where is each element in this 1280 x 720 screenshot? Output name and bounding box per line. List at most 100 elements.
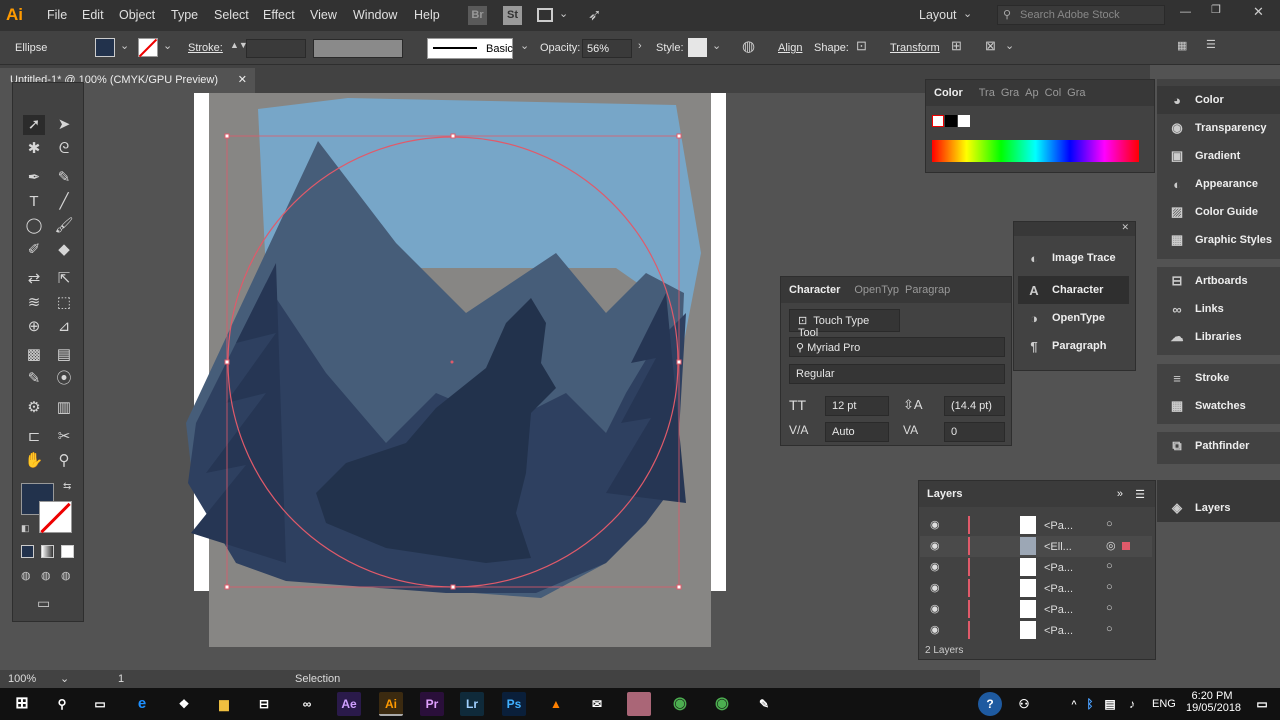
task-view-icon[interactable]: ▭ [88,692,112,716]
leading-input[interactable]: (14.4 pt) [944,396,1005,416]
opacity-label[interactable]: Opacity: [540,42,580,54]
chrome-icon[interactable]: ◉ [668,692,692,716]
vlc-icon[interactable]: ▲ [544,692,568,716]
tab-color-guide[interactable]: Col [1045,87,1062,99]
layer-row[interactable]: ◉ <Pa... ○ [920,578,1152,599]
slice-tool-icon[interactable]: ✂ [53,427,75,447]
font-size-input[interactable]: 12 pt [825,396,889,416]
draw-normal-icon[interactable]: ◍ [21,569,31,582]
language-indicator[interactable]: ENG [1152,698,1176,710]
float-character[interactable]: A Character [1018,276,1129,304]
width-tool-icon[interactable]: ≋ [23,293,45,313]
draw-behind-icon[interactable]: ◍ [41,569,51,582]
tab-character[interactable]: Character [789,284,840,296]
close-icon[interactable]: ✕ [1014,222,1135,236]
menu-object[interactable]: Object [119,8,155,22]
selection-tool-icon[interactable]: ➚ [23,115,45,135]
kerning-input[interactable]: Auto [825,422,889,442]
blend-tool-icon[interactable]: ⦿ [53,369,75,389]
dock-stroke[interactable]: ≡ Stroke [1157,364,1280,392]
after-effects-icon[interactable]: Ae [337,692,361,716]
graphic-style-swatch[interactable] [688,38,707,57]
isolate-icon[interactable]: ⊞ [951,38,962,54]
clock[interactable]: 6:20 PM 19/05/2018 [1186,690,1241,714]
color-spectrum[interactable] [932,140,1139,162]
float-opentype[interactable]: ◑ OpenType [1014,304,1135,332]
direct-selection-tool-icon[interactable]: ➤ [53,115,75,135]
menu-type[interactable]: Type [171,8,198,22]
gradient-mode-icon[interactable] [41,545,54,558]
fill-swatch[interactable] [95,38,115,57]
layer-row[interactable]: ◉ <Pa... ○ [920,515,1152,536]
chevron-down-icon[interactable]: ⌄ [559,7,568,20]
eye-icon[interactable]: ◉ [930,539,940,552]
paintbrush-icon[interactable]: 🖌 [53,216,75,236]
graph-tool-icon[interactable]: ▥ [53,398,75,418]
menu-file[interactable]: File [47,8,67,22]
black-swatch[interactable] [945,115,957,127]
dock-gradient[interactable]: ▣ Gradient [1157,142,1280,170]
lasso-icon[interactable]: ᘓ [53,139,75,159]
chevron-right-icon[interactable]: › [638,40,642,52]
dock-swatches[interactable]: ▦ Swatches [1157,392,1280,420]
white-swatch[interactable] [958,115,970,127]
target-icon[interactable]: ○ [1106,560,1113,572]
tab-transparency[interactable]: Tra [979,87,995,99]
paint-app-icon[interactable]: ✎ [752,692,776,716]
gpu-rocket-icon[interactable]: ➶ [588,5,601,25]
premiere-icon[interactable]: Pr [420,692,444,716]
swap-colors-icon[interactable]: ⇆ [63,481,71,492]
menu-select[interactable]: Select [214,8,249,22]
photo-app-icon[interactable] [627,692,651,716]
shaper-tool-icon[interactable]: ✐ [23,240,45,260]
minimize-icon[interactable]: — [1180,6,1191,18]
dock-pathfinder[interactable]: ⧉ Pathfinder [1157,432,1280,460]
windows-start-icon[interactable]: ⊞ [10,692,34,716]
target-icon[interactable]: ○ [1106,623,1113,635]
align-link[interactable]: Align [778,42,802,54]
recolor-artwork-icon[interactable]: ◍ [742,37,755,55]
dropbox-icon[interactable]: ❖ [172,692,196,716]
rotate-tool-icon[interactable]: ⇄ [23,269,45,289]
type-tool-icon[interactable]: T [23,192,45,212]
people-icon[interactable]: ⚇ [1012,692,1036,716]
line-tool-icon[interactable]: ╱ [53,192,75,212]
bridge-icon[interactable]: Br [468,6,487,25]
eraser-icon[interactable]: ◆ [53,240,75,260]
tab-opentype[interactable]: OpenTyp [854,284,899,296]
chevron-down-icon[interactable]: ⌄ [1005,39,1014,52]
artboard-tool-icon[interactable]: ⊏ [23,427,45,447]
dock-transparency[interactable]: ◉ Transparency [1157,114,1280,142]
curvature-tool-icon[interactable]: ✎ [53,168,75,188]
gradient-tool-icon[interactable]: ▤ [53,345,75,365]
layer-row-selected[interactable]: ◉ <Ell... ◎ [920,536,1152,557]
dock-color[interactable]: ◕ Color [1157,86,1280,114]
float-image-trace[interactable]: ◐ Image Trace [1014,244,1135,272]
restore-icon[interactable]: ❐ [1211,3,1221,16]
eye-icon[interactable]: ◉ [930,581,940,594]
target-icon[interactable]: ○ [1106,518,1113,530]
chevron-down-icon[interactable]: ⌄ [60,672,69,685]
photoshop-icon[interactable]: Ps [502,692,526,716]
eye-icon[interactable]: ◉ [930,602,940,615]
more-options-icon[interactable]: ⊠ [985,38,996,54]
draw-inside-icon[interactable]: ◍ [61,569,71,582]
chevron-down-icon[interactable]: ⌄ [712,39,721,52]
chrome-icon[interactable]: ◉ [710,692,734,716]
help-icon[interactable]: ? [978,692,1002,716]
zoom-level[interactable]: 100% [8,673,36,685]
chevron-down-icon[interactable]: ⌄ [963,7,972,20]
brush-dropdown[interactable]: Basic [427,38,513,59]
stroke-color-box[interactable] [39,501,72,534]
none-swatch[interactable] [932,115,944,127]
chevron-down-icon[interactable]: ⌄ [163,39,172,52]
menu-edit[interactable]: Edit [82,8,104,22]
variable-width-dropdown[interactable] [313,39,403,58]
lightroom-icon[interactable]: Lr [460,692,484,716]
menu-window[interactable]: Window [353,8,397,22]
dock-appearance[interactable]: ◐ Appearance [1157,170,1280,198]
touch-type-tool-button[interactable]: ⊡ Touch Type Tool [789,309,900,339]
screen-mode-icon[interactable]: ▭ [37,595,50,612]
target-icon[interactable]: ○ [1106,581,1113,593]
illustrator-icon[interactable]: Ai [379,692,403,716]
